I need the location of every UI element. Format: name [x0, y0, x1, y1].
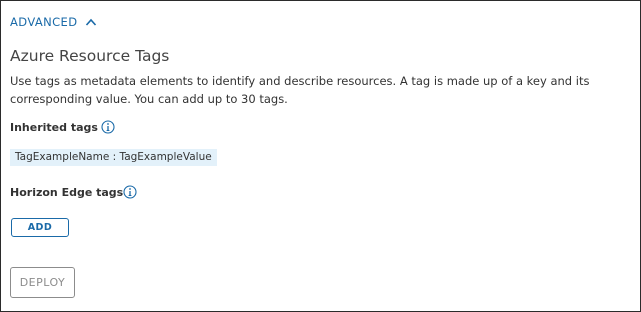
chevron-up-icon: [86, 18, 97, 26]
section-description: Use tags as metadata elements to identif…: [10, 74, 590, 106]
horizon-edge-tags-label: Horizon Edge tags: [10, 186, 124, 199]
advanced-toggle[interactable]: ADVANCED: [10, 15, 97, 29]
section-title: Azure Resource Tags: [10, 47, 170, 65]
inherited-tag-chip: TagExampleName : TagExampleValue: [10, 149, 217, 166]
add-tag-button[interactable]: ADD: [11, 218, 69, 237]
info-icon[interactable]: [123, 185, 137, 199]
inherited-tags-label: Inherited tags: [10, 121, 98, 134]
advanced-label: ADVANCED: [10, 15, 78, 29]
advanced-panel: ADVANCED Azure Resource Tags Use tags as…: [0, 0, 641, 312]
deploy-button[interactable]: DEPLOY: [10, 267, 75, 298]
info-icon[interactable]: [101, 120, 115, 134]
